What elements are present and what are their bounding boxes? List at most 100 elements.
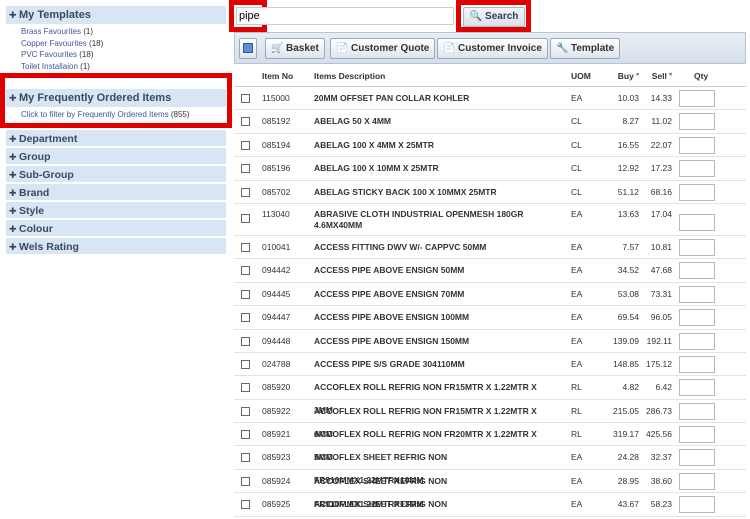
item-description[interactable]: ACCOFLEX SHEET REFRIG NON FR910MMX1.22MT… bbox=[314, 493, 554, 519]
table-row: 085702 ABELAG STICKY BACK 100 X 10MMX 25M… bbox=[234, 181, 746, 204]
item-no: 085920 bbox=[262, 382, 291, 393]
filter-department[interactable]: ✚ Department bbox=[6, 127, 226, 146]
row-checkbox[interactable] bbox=[241, 289, 250, 299]
item-description[interactable]: ABRASIVE CLOTH INDUSTRIAL OPENMESH 180GR… bbox=[314, 209, 554, 231]
row-checkbox[interactable] bbox=[241, 164, 250, 174]
row-checkbox[interactable] bbox=[241, 406, 250, 416]
header-sell[interactable]: Sell ˟ bbox=[640, 65, 672, 87]
qty-input[interactable] bbox=[679, 449, 715, 467]
item-buy-price: 69.54 bbox=[617, 312, 639, 323]
qty-input[interactable] bbox=[679, 355, 715, 373]
row-checkbox[interactable] bbox=[241, 213, 250, 223]
item-buy-price: 24.28 bbox=[617, 452, 639, 463]
customer-quote-button[interactable]: 📄 Customer Quote bbox=[330, 38, 436, 59]
row-checkbox[interactable] bbox=[241, 430, 250, 440]
table-row: 085925 ACCOFLEX SHEET REFRIG NON FR910MMX… bbox=[234, 493, 746, 519]
filter-group[interactable]: ✚ Group bbox=[6, 145, 226, 164]
item-uom: EA bbox=[571, 475, 583, 486]
qty-input[interactable] bbox=[679, 160, 715, 178]
filter-brand[interactable]: ✚ Brand bbox=[6, 181, 226, 200]
item-buy-price: 139.09 bbox=[613, 335, 639, 346]
header-buy[interactable]: Buy ˟ bbox=[609, 65, 639, 87]
template-button[interactable]: 🔧 Template bbox=[550, 38, 621, 59]
qty-input[interactable] bbox=[679, 262, 715, 280]
row-checkbox[interactable] bbox=[241, 117, 250, 127]
row-checkbox[interactable] bbox=[241, 383, 250, 393]
table-header: Item No Items Description UOM Buy ˟ Sell… bbox=[234, 65, 746, 87]
item-description[interactable]: ACCESS PIPE ABOVE ENSIGN 150MM bbox=[314, 330, 554, 353]
row-checkbox[interactable] bbox=[241, 140, 250, 150]
expand-icon: ✚ bbox=[9, 205, 17, 216]
row-checkbox[interactable] bbox=[241, 500, 250, 510]
item-buy-price: 8.27 bbox=[622, 116, 639, 127]
templates-header[interactable]: ✚ My Templates bbox=[6, 6, 226, 24]
qty-input[interactable] bbox=[679, 332, 715, 350]
search-button[interactable]: 🔍 Search bbox=[463, 7, 525, 27]
item-description[interactable]: ACCESS PIPE ABOVE ENSIGN 100MM bbox=[314, 306, 554, 329]
item-description[interactable]: ABELAG 100 X 4MM X 25MTR bbox=[314, 134, 554, 157]
qty-input[interactable] bbox=[679, 183, 715, 201]
item-buy-price: 4.82 bbox=[622, 382, 639, 393]
item-sell-price: 17.04 bbox=[650, 208, 672, 219]
row-checkbox[interactable] bbox=[241, 476, 250, 486]
item-no: 085702 bbox=[262, 186, 291, 197]
item-uom: RL bbox=[571, 405, 582, 416]
header-uom[interactable]: UOM bbox=[571, 65, 591, 87]
qty-input[interactable] bbox=[679, 90, 715, 107]
filter-sub-group[interactable]: ✚ Sub-Group bbox=[6, 163, 226, 182]
item-description[interactable]: 20MM OFFSET PAN COLLAR KOHLER bbox=[314, 87, 554, 110]
qty-input[interactable] bbox=[679, 285, 715, 303]
row-checkbox[interactable] bbox=[241, 187, 250, 197]
item-description[interactable]: ABELAG STICKY BACK 100 X 10MMX 25MTR bbox=[314, 181, 554, 204]
expand-icon: ✚ bbox=[9, 169, 17, 180]
template-link-toilet[interactable]: Toilet Installaion (1) bbox=[21, 61, 226, 73]
item-sell-price: 38.60 bbox=[650, 475, 672, 486]
filter-style[interactable]: ✚ Style bbox=[6, 199, 226, 218]
qty-input[interactable] bbox=[679, 309, 715, 327]
qty-input[interactable] bbox=[679, 402, 715, 420]
qty-input[interactable] bbox=[679, 379, 715, 397]
qty-input[interactable] bbox=[679, 113, 715, 131]
qty-input[interactable] bbox=[679, 426, 715, 444]
item-sell-price: 6.42 bbox=[655, 382, 672, 393]
item-buy-price: 51.12 bbox=[617, 186, 639, 197]
item-buy-price: 34.52 bbox=[617, 265, 639, 276]
item-description[interactable]: ABELAG 50 X 4MM bbox=[314, 110, 554, 133]
template-link-pvc[interactable]: PVC Favourites (18) bbox=[21, 49, 226, 61]
row-checkbox[interactable] bbox=[241, 94, 250, 103]
item-description[interactable]: ACCESS PIPE S/S GRADE 304110MM bbox=[314, 353, 554, 376]
search-input[interactable] bbox=[236, 7, 454, 25]
row-checkbox[interactable] bbox=[241, 336, 250, 346]
item-description[interactable]: ACCESS PIPE ABOVE ENSIGN 50MM bbox=[314, 259, 554, 282]
qty-input[interactable] bbox=[679, 213, 715, 231]
select-all-button[interactable] bbox=[239, 38, 257, 59]
filter-wels-rating[interactable]: ✚ Wels Rating bbox=[6, 235, 226, 254]
item-no: 010041 bbox=[262, 241, 291, 252]
qty-input[interactable] bbox=[679, 472, 715, 490]
customer-invoice-button[interactable]: 📄 Customer Invoice bbox=[437, 38, 548, 59]
template-link-brass[interactable]: Brass Favourites (1) bbox=[21, 26, 226, 38]
row-checkbox[interactable] bbox=[241, 266, 250, 276]
qty-input[interactable] bbox=[679, 238, 715, 256]
item-description[interactable]: ACCESS PIPE ABOVE ENSIGN 70MM bbox=[314, 283, 554, 306]
row-checkbox[interactable] bbox=[241, 359, 250, 369]
header-description[interactable]: Items Description bbox=[314, 65, 554, 87]
qty-input[interactable] bbox=[679, 136, 715, 154]
basket-icon: 🛒 bbox=[271, 43, 284, 54]
invoice-icon: 📄 bbox=[443, 43, 456, 54]
row-checkbox[interactable] bbox=[241, 242, 250, 252]
row-checkbox[interactable] bbox=[241, 453, 250, 463]
qty-input[interactable] bbox=[679, 496, 715, 514]
basket-button[interactable]: 🛒 Basket bbox=[265, 38, 325, 59]
item-buy-price: 148.85 bbox=[613, 358, 639, 369]
item-uom: CL bbox=[571, 163, 582, 174]
item-sell-price: 68.16 bbox=[650, 186, 672, 197]
template-link-copper[interactable]: Copper Favourites (18) bbox=[21, 38, 226, 50]
table-row: 094448 ACCESS PIPE ABOVE ENSIGN 150MM EA 13… bbox=[234, 330, 746, 353]
row-checkbox[interactable] bbox=[241, 313, 250, 323]
item-no: 085196 bbox=[262, 163, 291, 174]
item-description[interactable]: ABELAG 100 X 10MM X 25MTR bbox=[314, 157, 554, 180]
item-description[interactable]: ACCESS FITTING DWV W/- CAPPVC 50MM bbox=[314, 236, 554, 259]
filter-colour[interactable]: ✚ Colour bbox=[6, 217, 226, 236]
header-item-no[interactable]: Item No bbox=[262, 65, 293, 87]
